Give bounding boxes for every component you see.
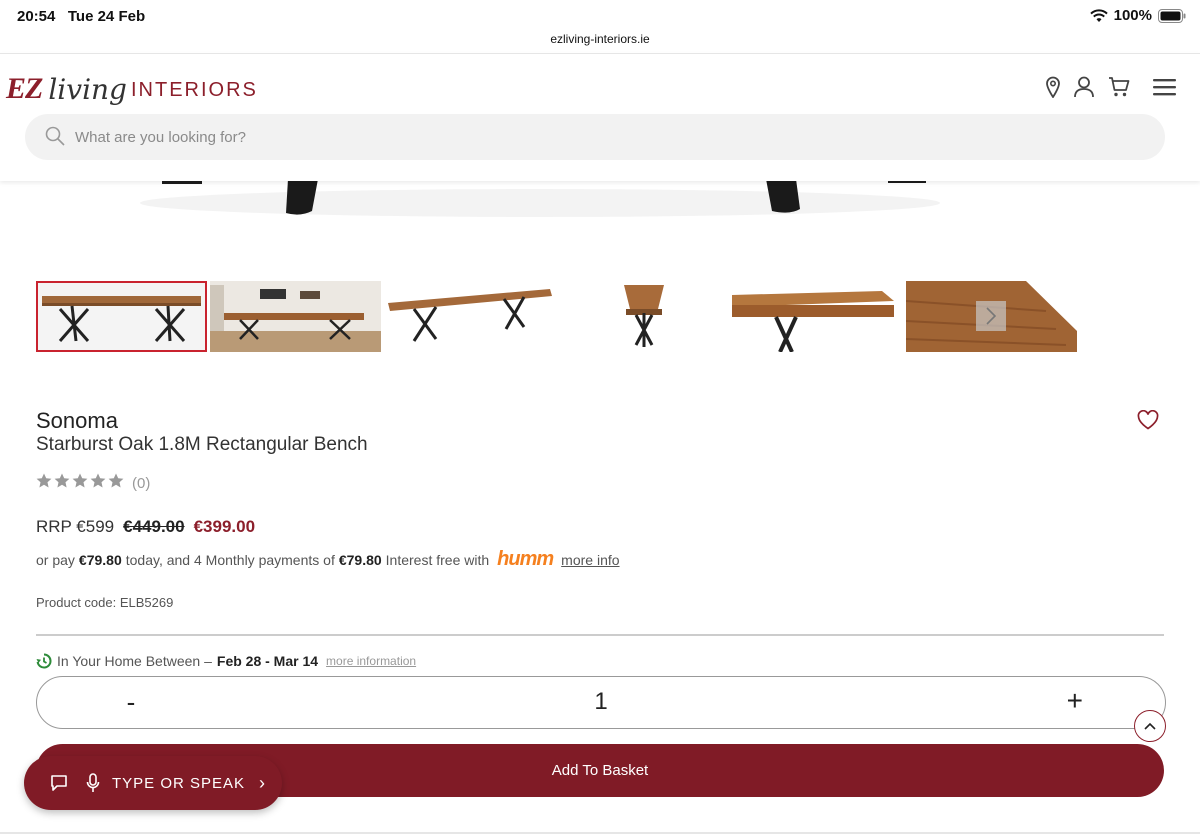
was-price: €449.00 (123, 517, 185, 536)
product-image-bench (140, 181, 940, 217)
thumbnail-1[interactable] (36, 281, 207, 352)
status-indicators: 100% (1089, 7, 1186, 24)
rrp-price: RRP €599 (36, 517, 115, 536)
quantity-value[interactable]: 1 (37, 688, 1165, 716)
product-rating[interactable]: (0) (36, 473, 150, 493)
star-icon (54, 473, 70, 493)
thumbnail-2[interactable] (210, 281, 381, 352)
battery-percent: 100% (1113, 7, 1152, 24)
finance-info: or pay €79.80 today, and 4 Monthly payme… (36, 548, 620, 571)
product-brand: Sonoma (36, 408, 118, 433)
search-icon (45, 126, 65, 146)
type-or-speak-label: TYPE OR SPEAK (112, 774, 246, 792)
logo-living: living (48, 73, 127, 106)
site-header: EZ living INTERIORS (0, 53, 1200, 181)
location-icon[interactable] (1046, 76, 1060, 98)
finance-more-info-link[interactable]: more info (561, 552, 619, 568)
finance-monthly-amount: €79.80 (338, 551, 382, 568)
status-bar: 20:54 Tue 24 Feb 100% (0, 0, 1200, 32)
delivery-estimate: In Your Home Between – Feb 28 - Mar 14 m… (36, 653, 416, 669)
microphone-icon (86, 773, 100, 792)
delivery-label: In Your Home Between – (57, 653, 212, 669)
logo-ez: EZ (6, 72, 43, 105)
star-icon (36, 473, 52, 493)
current-price: €399.00 (193, 517, 256, 536)
scroll-to-top-button[interactable] (1134, 710, 1166, 742)
finance-suffix: Interest free with (385, 551, 490, 568)
price-block: RRP €599 €449.00 €399.00 (36, 517, 255, 537)
menu-icon[interactable] (1152, 77, 1178, 97)
thumbnail-3[interactable] (384, 281, 555, 352)
delivery-dates: Feb 28 - Mar 14 (216, 653, 319, 669)
quantity-increase-button[interactable]: + (1067, 685, 1083, 717)
chat-icon (51, 775, 67, 791)
product-name: Starburst Oak 1.8M Rectangular Bench (36, 434, 368, 455)
logo-interiors: INTERIORS (130, 79, 258, 101)
star-icon (72, 473, 88, 493)
divider (36, 634, 1164, 636)
thumbnail-next-button[interactable] (976, 301, 1006, 331)
status-time: 20:54 Tue 24 Feb (17, 8, 146, 25)
thumbnail-5[interactable] (732, 281, 903, 352)
address-bar-url[interactable]: ezliving-interiors.ie (0, 32, 1200, 46)
type-or-speak-widget[interactable]: TYPE OR SPEAK › (24, 756, 282, 810)
delivery-more-info-link[interactable]: more information (326, 654, 416, 668)
site-logo[interactable]: EZ living INTERIORS (6, 66, 258, 106)
chevron-up-icon (1144, 722, 1156, 730)
chevron-right-icon (986, 307, 997, 325)
account-icon[interactable] (1074, 76, 1094, 98)
cart-icon[interactable] (1108, 76, 1130, 98)
main-product-image[interactable] (0, 181, 1200, 241)
search-bar[interactable] (25, 114, 1165, 160)
rating-count: (0) (132, 474, 151, 492)
thumbnail-4[interactable] (558, 281, 729, 352)
search-input[interactable] (75, 114, 1135, 160)
thumbnail-strip (36, 281, 1077, 353)
finance-today-amount: €79.80 (78, 551, 122, 568)
product-code: Product code: ELB5269 (36, 595, 174, 610)
battery-icon (1158, 8, 1186, 23)
chevron-right-icon: › (259, 772, 266, 793)
quantity-stepper: - 1 + (36, 676, 1166, 729)
wifi-icon (1089, 8, 1108, 22)
finance-middle: today, and 4 Monthly payments of (125, 551, 335, 568)
humm-logo: humm (497, 548, 554, 570)
delivery-clock-icon (36, 653, 52, 669)
wishlist-heart-icon[interactable] (1137, 410, 1159, 430)
star-icon (108, 473, 124, 493)
header-icons (1046, 76, 1178, 98)
finance-prefix: or pay (36, 551, 75, 568)
star-icon (90, 473, 106, 493)
